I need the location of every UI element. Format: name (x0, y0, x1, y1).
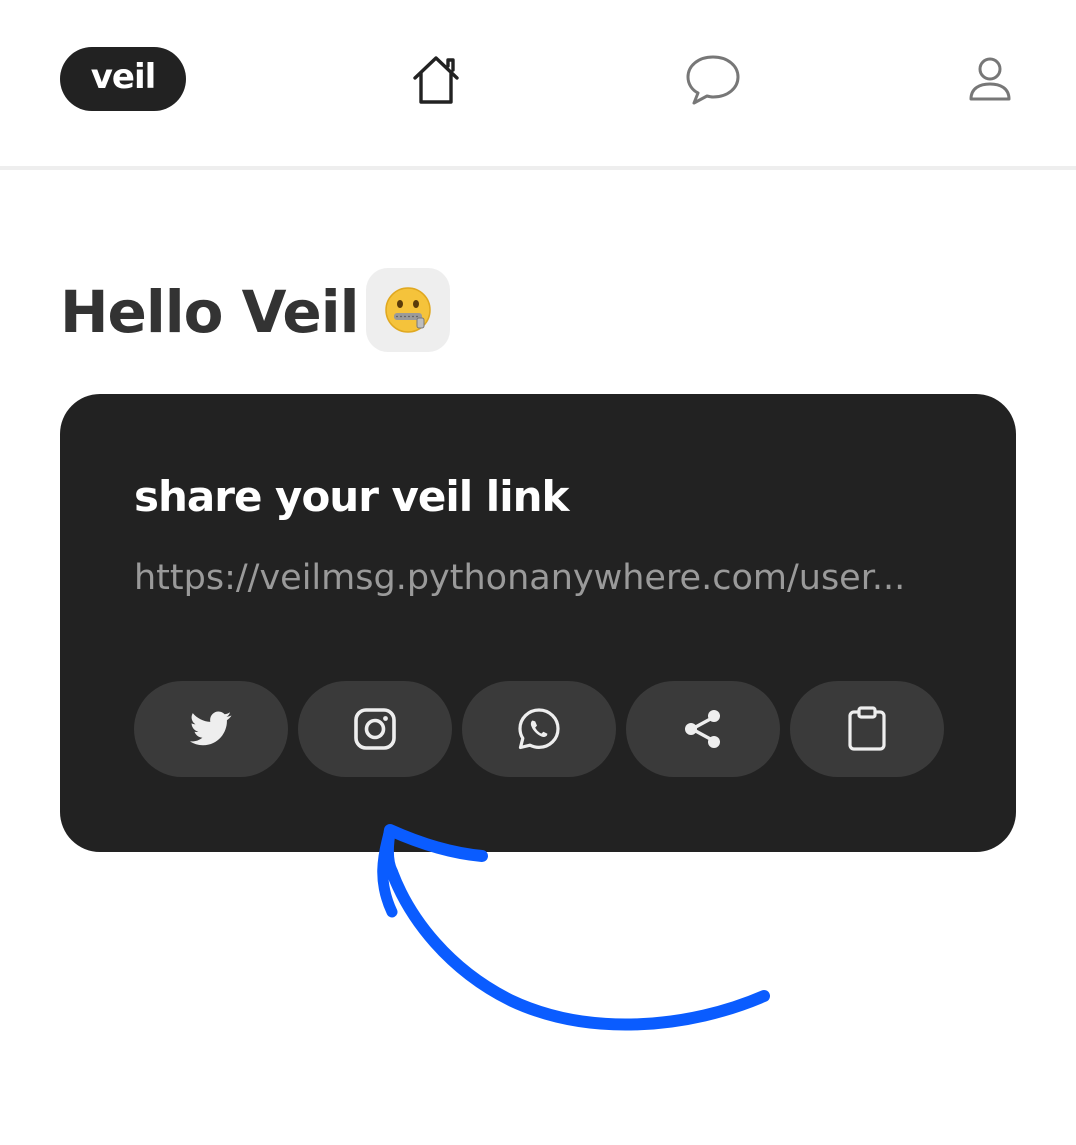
share-link-card: share your veil link https://veilmsg.pyt… (60, 394, 1016, 852)
pointer-arrow (377, 824, 770, 1031)
profile-icon[interactable] (964, 54, 1016, 106)
instagram-share-button[interactable] (298, 681, 452, 777)
veil-logo[interactable]: veil (60, 47, 186, 111)
whatsapp-icon (518, 708, 560, 750)
home-icon[interactable] (408, 52, 464, 108)
twitter-share-button[interactable] (134, 681, 288, 777)
veil-link-text[interactable]: https://veilmsg.pythonanywhere.com/user.… (134, 558, 930, 598)
whatsapp-share-button[interactable] (462, 681, 616, 777)
instagram-icon (354, 708, 396, 750)
top-navigation-bar: veil (0, 0, 1076, 170)
twitter-icon (190, 711, 232, 746)
card-title: share your veil link (134, 472, 569, 521)
copy-link-button[interactable] (790, 681, 944, 777)
page-title: Hello Veil (60, 278, 359, 346)
share-icon (685, 710, 720, 748)
share-button[interactable] (626, 681, 780, 777)
chat-icon[interactable] (684, 52, 742, 108)
clipboard-icon (848, 706, 886, 751)
zipper-mouth-emoji (366, 268, 450, 352)
